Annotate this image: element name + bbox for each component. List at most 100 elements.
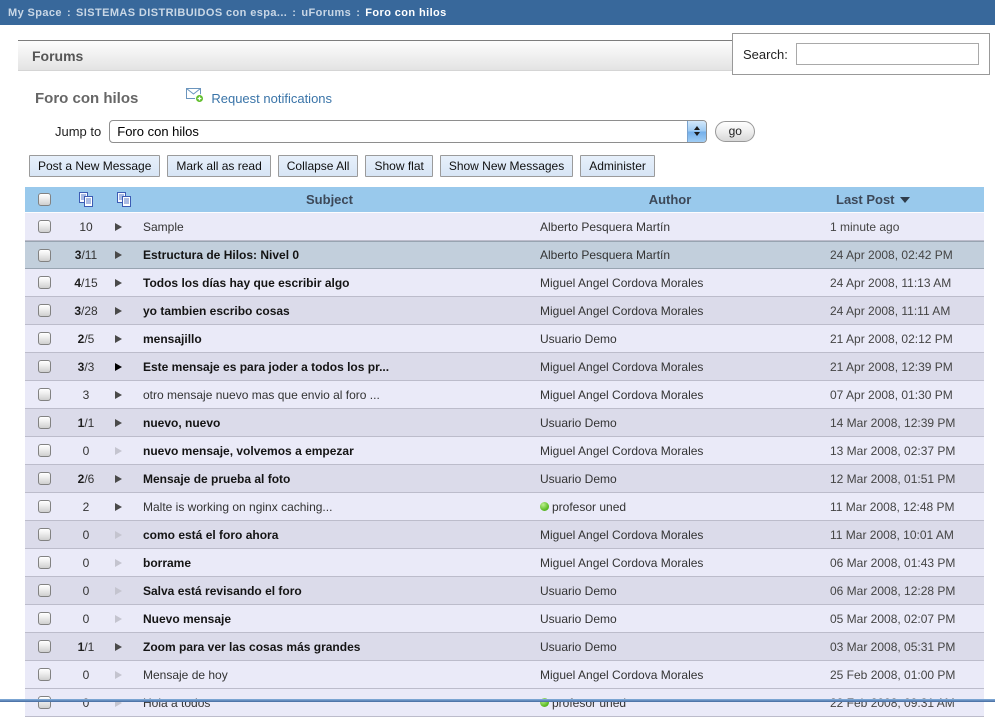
last-post-time: 24 Apr 2008, 02:42 PM xyxy=(820,248,984,262)
thread-subject[interactable]: otro mensaje nuevo mas que envio al foro… xyxy=(139,388,520,402)
thread-subject[interactable]: Todos los días hay que escribir algo xyxy=(139,276,520,290)
row-checkbox[interactable] xyxy=(38,416,51,429)
toolbar-button-mark-all-as-read[interactable]: Mark all as read xyxy=(167,155,270,177)
thread-subject[interactable]: Zoom para ver las cosas más grandes xyxy=(139,640,520,654)
last-post-time: 11 Mar 2008, 12:48 PM xyxy=(820,500,984,514)
expand-thread-icon[interactable] xyxy=(115,475,122,483)
row-checkbox[interactable] xyxy=(38,276,51,289)
table-row: 1/1Zoom para ver las cosas más grandesUs… xyxy=(25,633,984,661)
expand-thread-icon[interactable] xyxy=(115,503,122,511)
table-row: 0Mensaje de hoyMiguel Angel Cordova Mora… xyxy=(25,661,984,689)
request-notifications-label[interactable]: Request notifications xyxy=(211,91,332,106)
message-count: 0 xyxy=(63,584,109,598)
expand-thread-icon[interactable] xyxy=(115,223,122,231)
thread-subject[interactable]: Salva está revisando el foro xyxy=(139,584,520,598)
expand-thread-icon[interactable] xyxy=(115,335,122,343)
thread-author: Usuario Demo xyxy=(520,612,820,626)
row-checkbox[interactable] xyxy=(38,696,51,709)
expand-thread-icon[interactable] xyxy=(115,615,122,623)
column-header-author[interactable]: Author xyxy=(520,192,820,207)
thread-subject[interactable]: Mensaje de prueba al foto xyxy=(139,472,520,486)
row-checkbox[interactable] xyxy=(38,388,51,401)
thread-subject[interactable]: nuevo, nuevo xyxy=(139,416,520,430)
breadcrumb-item-sistemas-distribuidos-con-espa[interactable]: SISTEMAS DISTRIBUIDOS con espa... xyxy=(76,7,287,19)
last-post-time: 21 Apr 2008, 02:12 PM xyxy=(820,332,984,346)
toolbar-button-post-a-new-message[interactable]: Post a New Message xyxy=(29,155,160,177)
thread-subject[interactable]: yo tambien escribo cosas xyxy=(139,304,520,318)
row-checkbox[interactable] xyxy=(38,640,51,653)
search-panel: Search: xyxy=(732,33,990,75)
thread-subject[interactable]: mensajillo xyxy=(139,332,520,346)
row-checkbox[interactable] xyxy=(38,472,51,485)
search-input[interactable] xyxy=(796,43,979,65)
expand-thread-icon[interactable] xyxy=(115,531,122,539)
row-checkbox[interactable] xyxy=(38,220,51,233)
expand-thread-icon[interactable] xyxy=(115,587,122,595)
last-post-time: 06 Mar 2008, 12:28 PM xyxy=(820,584,984,598)
row-checkbox[interactable] xyxy=(38,528,51,541)
expand-thread-icon[interactable] xyxy=(115,279,122,287)
request-notifications-link[interactable]: Request notifications xyxy=(186,88,332,108)
page-title: Forums xyxy=(32,48,83,64)
breadcrumb-item-my-space[interactable]: My Space xyxy=(8,7,62,19)
message-count: 0 xyxy=(63,696,109,710)
thread-subject[interactable]: Sample xyxy=(139,220,520,234)
jump-to-label: Jump to xyxy=(55,124,101,139)
table-row: 10SampleAlberto Pesquera Martín1 minute … xyxy=(25,213,984,241)
row-checkbox[interactable] xyxy=(38,360,51,373)
row-checkbox[interactable] xyxy=(38,556,51,569)
toolbar-button-show-flat[interactable]: Show flat xyxy=(365,155,432,177)
thread-author: Miguel Angel Cordova Morales xyxy=(520,276,820,290)
expand-thread-icon[interactable] xyxy=(115,363,122,371)
thread-author: profesor uned xyxy=(520,500,820,514)
breadcrumb-separator: : xyxy=(356,7,360,19)
thread-subject[interactable]: nuevo mensaje, volvemos a empezar xyxy=(139,444,520,458)
last-post-time: 06 Mar 2008, 01:43 PM xyxy=(820,556,984,570)
last-post-time: 24 Apr 2008, 11:13 AM xyxy=(820,276,984,290)
row-checkbox[interactable] xyxy=(38,500,51,513)
breadcrumb-item-uforums[interactable]: uForums xyxy=(301,7,351,19)
expand-thread-icon[interactable] xyxy=(115,559,122,567)
row-checkbox[interactable] xyxy=(38,332,51,345)
row-checkbox[interactable] xyxy=(38,444,51,457)
table-row: 0borrameMiguel Angel Cordova Morales06 M… xyxy=(25,549,984,577)
last-post-time: 14 Mar 2008, 12:39 PM xyxy=(820,416,984,430)
expand-thread-icon[interactable] xyxy=(115,671,122,679)
thread-subject[interactable]: Mensaje de hoy xyxy=(139,668,520,682)
table-row: 0Salva está revisando el foroUsuario Dem… xyxy=(25,577,984,605)
jump-to-select[interactable]: Foro con hilos xyxy=(109,120,707,143)
thread-subject[interactable]: Este mensaje es para joder a todos los p… xyxy=(139,360,520,374)
row-checkbox[interactable] xyxy=(38,249,51,262)
select-all-checkbox[interactable] xyxy=(38,193,51,206)
row-checkbox[interactable] xyxy=(38,612,51,625)
select-stepper-icon xyxy=(687,120,706,143)
expand-thread-icon[interactable] xyxy=(115,391,122,399)
row-checkbox[interactable] xyxy=(38,304,51,317)
row-checkbox[interactable] xyxy=(38,668,51,681)
thread-subject[interactable]: Hola a todos xyxy=(139,696,520,710)
breadcrumb-item-foro-con-hilos: Foro con hilos xyxy=(365,7,446,19)
row-checkbox[interactable] xyxy=(38,584,51,597)
expand-thread-icon[interactable] xyxy=(115,419,122,427)
expand-thread-icon[interactable] xyxy=(115,251,122,259)
toolbar-button-show-new-messages[interactable]: Show New Messages xyxy=(440,155,573,177)
expand-thread-icon[interactable] xyxy=(115,447,122,455)
thread-subject[interactable]: Nuevo mensaje xyxy=(139,612,520,626)
table-row: 3/11Estructura de Hilos: Nivel 0Alberto … xyxy=(25,241,984,269)
message-count: 3/3 xyxy=(63,360,109,374)
expand-thread-icon[interactable] xyxy=(115,307,122,315)
thread-subject[interactable]: Estructura de Hilos: Nivel 0 xyxy=(139,248,520,262)
thread-subject[interactable]: como está el foro ahora xyxy=(139,528,520,542)
forum-title: Foro con hilos xyxy=(35,90,138,107)
toolbar-button-administer[interactable]: Administer xyxy=(580,155,655,177)
expand-thread-icon[interactable] xyxy=(115,643,122,651)
toolbar-button-collapse-all[interactable]: Collapse All xyxy=(278,155,359,177)
thread-author: Usuario Demo xyxy=(520,332,820,346)
thread-author: Alberto Pesquera Martín xyxy=(520,248,820,262)
column-header-last-post[interactable]: Last Post xyxy=(820,192,984,207)
thread-subject[interactable]: borrame xyxy=(139,556,520,570)
column-header-subject[interactable]: Subject xyxy=(139,192,520,207)
thread-subject[interactable]: Malte is working on nginx caching... xyxy=(139,500,520,514)
go-button[interactable]: go xyxy=(715,121,755,142)
table-row: 0Hola a todosprofesor uned22 Feb 2008, 0… xyxy=(25,689,984,717)
